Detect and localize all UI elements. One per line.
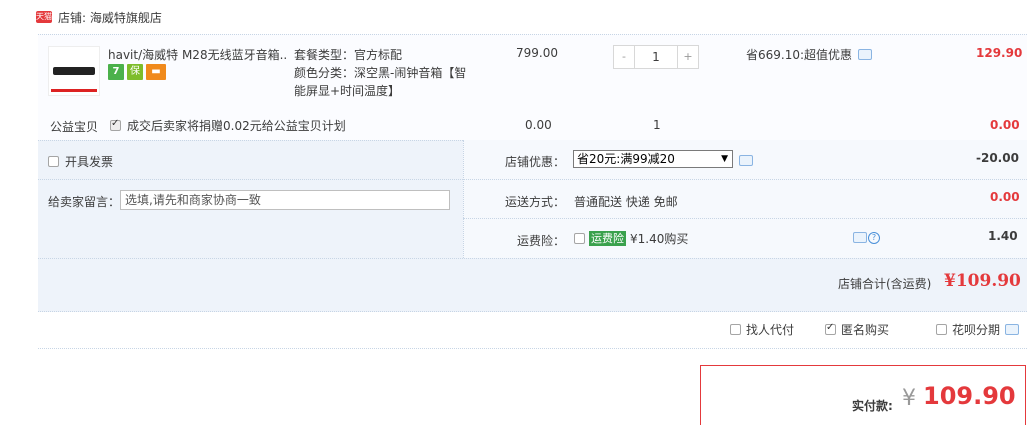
insurance-option[interactable]: 运费险 ¥1.40购买 [574,230,688,247]
seven-day-return-icon[interactable]: 7 [108,64,124,80]
charity-checkbox [110,118,121,131]
tmall-badge-icon: 天猫 [36,11,52,23]
invoice-option[interactable]: 开具发票 [48,153,113,170]
charity-option: 成交后卖家将捐赠0.02元给公益宝贝计划 [110,117,346,134]
charity-price: 0.00 [525,118,552,132]
shop-header: 天猫 店铺: 海威特旗舰店 [36,8,162,26]
comment-icon[interactable] [1005,324,1020,335]
installment-option[interactable]: 花呗分期 [936,321,1020,338]
item-subtotal: 129.90 [976,46,1023,60]
shop-discount-amount: -20.00 [976,151,1019,165]
divider [38,179,1027,180]
comment-icon[interactable] [853,232,867,243]
message-label: 给卖家留言： [48,195,121,209]
qty-plus-button[interactable]: + [678,46,698,68]
anonymous-label: 匿名购买 [841,323,890,337]
charity-label: 公益宝贝 [50,120,99,134]
shipping-amount: 0.00 [990,190,1020,204]
invoice-label: 开具发票 [65,155,114,169]
brand-strip [51,89,97,92]
insurance-price-text: ¥1.40购买 [630,232,689,246]
pay-for-me-label: 找人代付 [746,323,795,337]
insurance-amount: 1.40 [988,229,1018,243]
shop-total-amount: ¥109.90 [944,271,1021,291]
product-title-link[interactable]: havit/海威特 M28无线蓝牙音箱... [108,46,286,63]
shop-discount-label: 店铺优惠： [505,155,566,169]
installment-label: 花呗分期 [952,323,1001,337]
comment-icon[interactable] [858,49,873,60]
help-icon[interactable]: ? [868,232,880,244]
sku-info: 套餐类型：官方标配 颜色分类：深空黑-闹钟音箱【智 能屏显+时间温度】 [294,46,479,100]
shipping-value: 普通配送 快递 免邮 [574,195,678,209]
payment-amount: 109.90 [923,382,1016,410]
charity-quantity: 1 [653,118,661,132]
shop-total-label: 店铺合计(含运费) [838,277,932,291]
installment-checkbox[interactable] [936,324,947,335]
divider [38,348,1027,349]
insurance-label: 运费险： [517,234,566,248]
shop-discount-select[interactable]: 省20元:满99减20 ▼ [573,150,733,168]
qty-minus-button[interactable]: - [614,46,634,68]
sku-line: 颜色分类：深空黑-闹钟音箱【智 [294,66,467,80]
guarantee-icon[interactable]: 保 [127,64,143,80]
shipping-label: 运送方式： [505,195,566,209]
qty-input[interactable]: 1 [634,46,678,68]
anonymous-checkbox[interactable] [825,322,836,335]
charity-subtotal: 0.00 [990,118,1020,132]
service-icons: 7 保 ▬ [108,64,166,80]
payment-label: 实付款: [852,399,893,413]
divider [463,218,1027,219]
shop-name-link[interactable]: 店铺: 海威特旗舰店 [58,9,162,26]
sku-line: 能屏显+时间温度】 [294,84,401,98]
insurance-tag: 运费险 [589,231,626,246]
pay-for-me-option[interactable]: 找人代付 [730,321,794,338]
product-thumbnail[interactable] [48,46,100,96]
quantity-stepper: - 1 + [613,45,699,69]
comment-icon[interactable] [739,155,753,166]
credit-card-icon[interactable]: ▬ [146,64,166,80]
unit-price: 799.00 [516,46,558,60]
pay-for-me-checkbox[interactable] [730,324,741,335]
invoice-checkbox[interactable] [48,156,59,167]
divider [38,258,1027,259]
item-discount: 省669.10:超值优惠 [746,46,873,63]
speaker-image [53,67,95,75]
payment-currency: ¥ [902,386,916,411]
charity-text: 成交后卖家将捐赠0.02元给公益宝贝计划 [127,119,346,133]
anonymous-option[interactable]: 匿名购买 [825,321,889,338]
message-input[interactable]: 选填,请先和商家协商一致 [120,190,450,210]
dropdown-arrow-icon: ▼ [721,154,728,164]
insurance-checkbox[interactable] [574,233,585,244]
insurance-help: ? [853,232,880,244]
shop-discount-selected: 省20元:满99减20 [577,152,675,166]
discount-text: 省669.10:超值优惠 [746,48,853,62]
sku-line: 套餐类型：官方标配 [294,48,403,62]
